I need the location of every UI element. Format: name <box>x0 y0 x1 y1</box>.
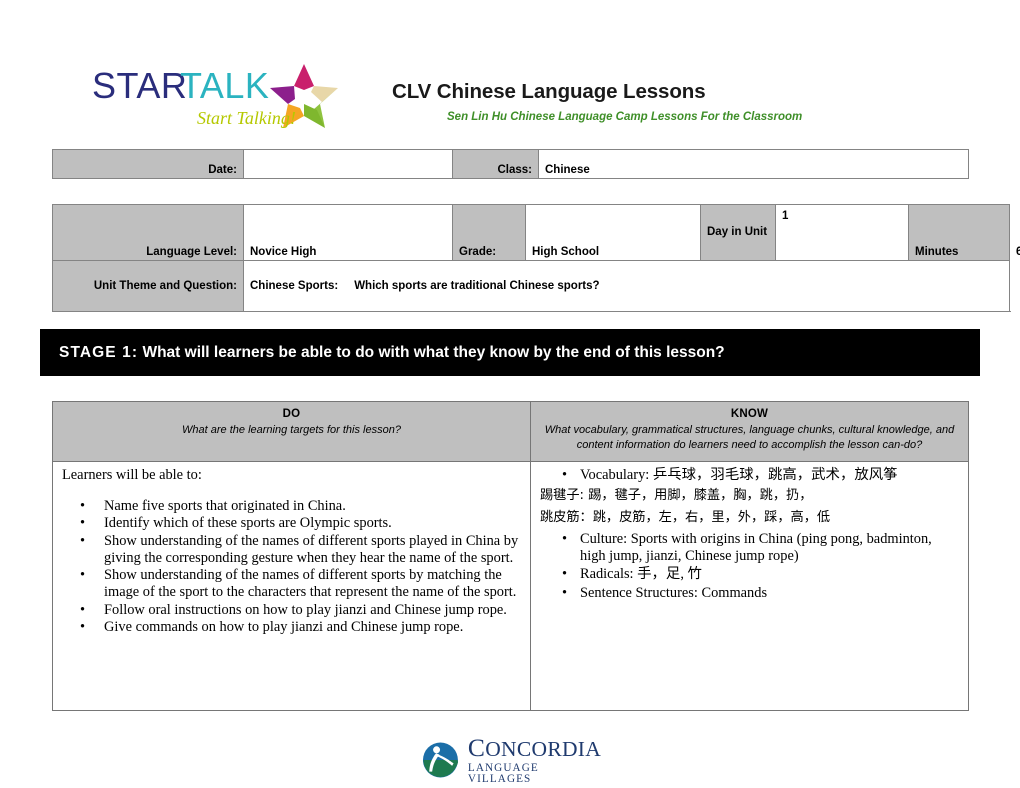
page-title: CLV Chinese Language Lessons <box>392 80 706 103</box>
know-subheading: What vocabulary, grammatical structures,… <box>544 424 955 451</box>
do-heading: DO <box>282 408 301 420</box>
lesson-info-table: Language Level: Novice High Grade: High … <box>52 204 1020 312</box>
date-class-table: Date: Class: Chinese <box>52 149 969 179</box>
page-subtitle: Sen Lin Hu Chinese Language Camp Lessons… <box>447 110 803 123</box>
table-row: Language Level: Novice High Grade: High … <box>52 204 1020 261</box>
list-item: Show understanding of the names of diffe… <box>62 567 521 602</box>
know-cjk-line-1: 踢毽子: 踢，毽子，用脚，膝盖，胸，跳，扔， <box>540 487 813 503</box>
svg-text:Start Talking!: Start Talking! <box>197 108 296 128</box>
list-item: Show understanding of the names of diffe… <box>62 533 521 568</box>
list-item: Sentence Structures: Commands <box>540 585 959 603</box>
minutes-label: Minutes <box>908 204 1010 261</box>
svg-text:STAR: STAR <box>92 65 187 106</box>
date-value[interactable] <box>243 149 453 179</box>
unit-theme-value-cell[interactable]: Chinese Sports: Which sports are traditio… <box>243 260 1010 312</box>
know-cjk-line-2: 跳皮筋：跳，皮筋，左，右，里，外，踩，高，低 <box>540 510 831 526</box>
day-in-unit-value[interactable]: 1 <box>775 204 909 261</box>
grade-value[interactable]: High School <box>525 204 701 261</box>
class-label: Class: <box>452 149 539 179</box>
list-item: Name five sports that originated in Chin… <box>62 498 521 516</box>
unit-theme-label: Unit Theme and Question: <box>52 260 244 312</box>
do-subheading: What are the learning targets for this l… <box>182 424 401 436</box>
list-item: Follow oral instructions on how to play … <box>62 602 521 620</box>
list-item: Vocabulary: 乒乓球，羽毛球，跳高，武术，放风筝 <box>540 467 959 485</box>
day-in-unit-label: Day in Unit <box>700 204 776 261</box>
do-know-table: DO What are the learning targets for thi… <box>52 401 969 711</box>
startalk-logo: STAR TALK Start Talking! <box>92 62 352 138</box>
list-item: Radicals: 手，足, 竹 <box>540 566 959 584</box>
do-bullet-list: Name five sports that originated in Chin… <box>62 498 521 637</box>
language-level-value[interactable]: Novice High <box>243 204 453 261</box>
concordia-mark-icon <box>422 742 458 778</box>
page-header: STAR TALK Start Talking! CLV Chinese Lan… <box>0 0 1020 140</box>
stage-label: STAGE 1: <box>59 343 139 361</box>
know-header-cell: KNOW What vocabulary, grammatical struct… <box>530 401 969 462</box>
concordia-name-initial: C <box>467 733 486 763</box>
do-intro: Learners will be able to: <box>62 466 202 483</box>
language-level-label: Language Level: <box>52 204 244 261</box>
concordia-name-rest: ONCORDIA <box>485 737 602 762</box>
list-item: Identify which of these sports are Olymp… <box>62 515 521 533</box>
concordia-wordmark: CONCORDIA LANGUAGE VILLAGES <box>468 735 602 785</box>
class-value[interactable]: Chinese <box>538 149 969 179</box>
know-bullet-list: Culture: Sports with origins in China (p… <box>540 531 959 602</box>
stage-1-banner: STAGE 1: What will learners be able to d… <box>40 329 980 376</box>
stage-banner-text: STAGE 1: What will learners be able to d… <box>40 344 725 362</box>
unit-question-value: Which sports are traditional Chinese spo… <box>354 280 600 292</box>
do-header-cell: DO What are the learning targets for thi… <box>52 401 531 462</box>
table-header-row: DO What are the learning targets for thi… <box>52 401 969 462</box>
list-item: Give commands on how to play jianzi and … <box>62 619 521 637</box>
title-block: CLV Chinese Language Lessons Sen Lin Hu … <box>392 80 952 124</box>
table-row: Date: Class: Chinese <box>52 149 969 179</box>
svg-text:TALK: TALK <box>180 65 269 106</box>
know-heading: KNOW <box>730 408 769 420</box>
know-vocabulary-list: Vocabulary: 乒乓球，羽毛球，跳高，武术，放风筝 <box>540 467 959 485</box>
unit-theme-value: Chinese Sports: <box>250 280 339 292</box>
date-label: Date: <box>52 149 244 179</box>
table-row: Unit Theme and Question: Chinese Sports:… <box>52 260 1010 312</box>
list-item: Culture: Sports with origins in China (p… <box>540 531 959 566</box>
stage-question: What will learners be able to do with wh… <box>142 343 725 361</box>
concordia-tagline: LANGUAGE VILLAGES <box>467 761 539 785</box>
table-body-row: Learners will be able to: Name five spor… <box>52 460 969 711</box>
concordia-language-villages-logo: CONCORDIA LANGUAGE VILLAGES <box>422 735 602 784</box>
know-body-cell[interactable]: Vocabulary: 乒乓球，羽毛球，跳高，武术，放风筝 踢毽子: 踢，毽子，… <box>530 460 969 711</box>
grade-label: Grade: <box>452 204 526 261</box>
concordia-name: CONCORDIA <box>468 735 602 761</box>
do-body-cell[interactable]: Learners will be able to: Name five spor… <box>52 460 531 711</box>
